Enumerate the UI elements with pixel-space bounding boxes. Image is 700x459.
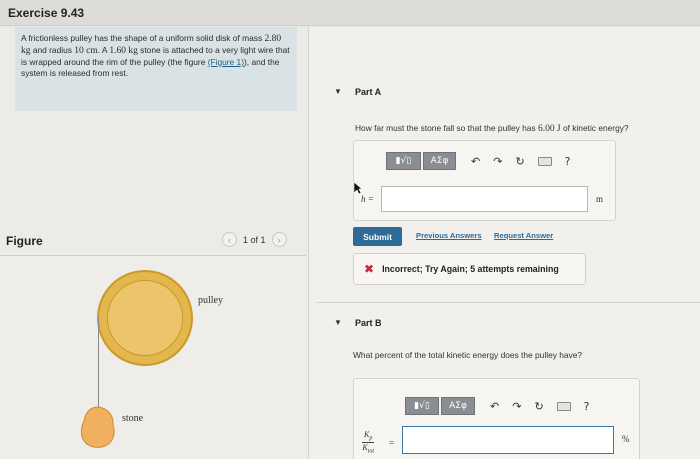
reset-icon[interactable]: ↻ (515, 155, 524, 168)
greek-symbols-button[interactable]: ΑΣφ (441, 397, 475, 415)
part-a-unit: m (596, 194, 604, 204)
radius-unit: cm (86, 46, 98, 56)
help-button[interactable]: ? (565, 155, 571, 168)
part-a-title[interactable]: Part A (355, 87, 381, 97)
part-b-question: What percent of the total kinetic energy… (353, 350, 583, 360)
energy-value: 6.00 (537, 124, 555, 134)
radius-value: 10 (74, 46, 84, 56)
feedback-text: Incorrect; Try Again; 5 attempts remaini… (382, 264, 559, 274)
pulley-disk-inner (107, 280, 183, 356)
feedback-box: ✖ Incorrect; Try Again; 5 attempts remai… (353, 253, 586, 285)
kp-over-ktot-fraction: Kp Ktot (362, 430, 375, 455)
chevron-left-icon[interactable]: ‹ (222, 232, 237, 247)
stone-label: stone (122, 413, 144, 424)
mouse-cursor-icon (353, 181, 363, 195)
chevron-right-icon[interactable]: › (271, 232, 287, 247)
stone-mass-unit: kg (128, 46, 138, 56)
wire (98, 318, 99, 410)
redo-icon[interactable]: ↷ (493, 155, 502, 168)
pager-text: 1 of 1 (243, 234, 266, 245)
previous-answers-link[interactable]: Previous Answers (416, 231, 482, 240)
stone-shape (80, 406, 115, 448)
fraction-denominator: Ktot (362, 443, 374, 455)
part-a-question: How far must the stone fall so that the … (355, 123, 629, 134)
problem-statement: A frictionless pulley has the shape of a… (15, 27, 297, 111)
mass-value: 2.80 (264, 34, 282, 44)
help-button[interactable]: ? (584, 400, 590, 413)
denominator-subscript: tot (367, 448, 375, 455)
template-button[interactable]: ▮√▯ (386, 152, 421, 170)
reset-icon[interactable]: ↻ (534, 400, 543, 413)
part-b-title[interactable]: Part B (355, 318, 382, 328)
energy-unit: J (556, 124, 561, 134)
request-answer-link[interactable]: Request Answer (494, 231, 553, 240)
redo-icon[interactable]: ↷ (512, 400, 521, 413)
part-a-question-post: of kinetic energy? (562, 123, 629, 133)
problem-text-1: A frictionless pulley has the shape of a… (21, 33, 263, 43)
collapse-caret-icon[interactable]: ▼ (334, 318, 342, 327)
greek-symbols-button[interactable]: ΑΣφ (423, 152, 456, 170)
undo-icon[interactable]: ↶ (490, 400, 499, 413)
part-a-answer-input[interactable] (381, 186, 588, 212)
keyboard-icon[interactable] (556, 401, 571, 411)
top-bar: Exercise 9.43 (0, 0, 700, 26)
exercise-title: Exercise 9.43 (8, 6, 85, 20)
collapse-caret-icon[interactable]: ▼ (334, 87, 342, 96)
mass-unit: kg (21, 46, 31, 56)
fraction-numerator: Kp (362, 430, 375, 443)
stone-mass-value: 1.60 (109, 46, 126, 56)
pulley-disk (97, 270, 193, 366)
part-divider (316, 302, 700, 303)
problem-text-2: and radius (32, 45, 72, 55)
part-b-unit: % (622, 434, 630, 444)
problem-text-3: . A (97, 45, 108, 55)
pulley-label: pulley (198, 295, 223, 306)
h-variable-label: h = (361, 194, 374, 204)
equals-sign: = (389, 438, 395, 448)
part-b-answer-input[interactable] (402, 426, 614, 454)
figure-heading: Figure (6, 234, 43, 248)
part-b-toolbar: ▮√▯ ΑΣφ ↶ ↷ ↻ ? (405, 397, 590, 415)
numerator-subscript: p (369, 435, 373, 442)
undo-icon[interactable]: ↶ (471, 155, 480, 168)
part-a-question-pre: How far must the stone fall so that the … (355, 123, 536, 133)
keyboard-icon[interactable] (537, 156, 552, 166)
submit-button[interactable]: Submit (353, 227, 402, 246)
figure-link[interactable]: (Figure 1) (208, 57, 244, 67)
template-button[interactable]: ▮√▯ (405, 397, 439, 415)
part-a-toolbar: ▮√▯ ΑΣφ ↶ ↷ ↻ ? (386, 152, 571, 170)
figure-pager: ‹ 1 of 1 › (222, 232, 287, 247)
incorrect-x-icon: ✖ (364, 262, 375, 276)
